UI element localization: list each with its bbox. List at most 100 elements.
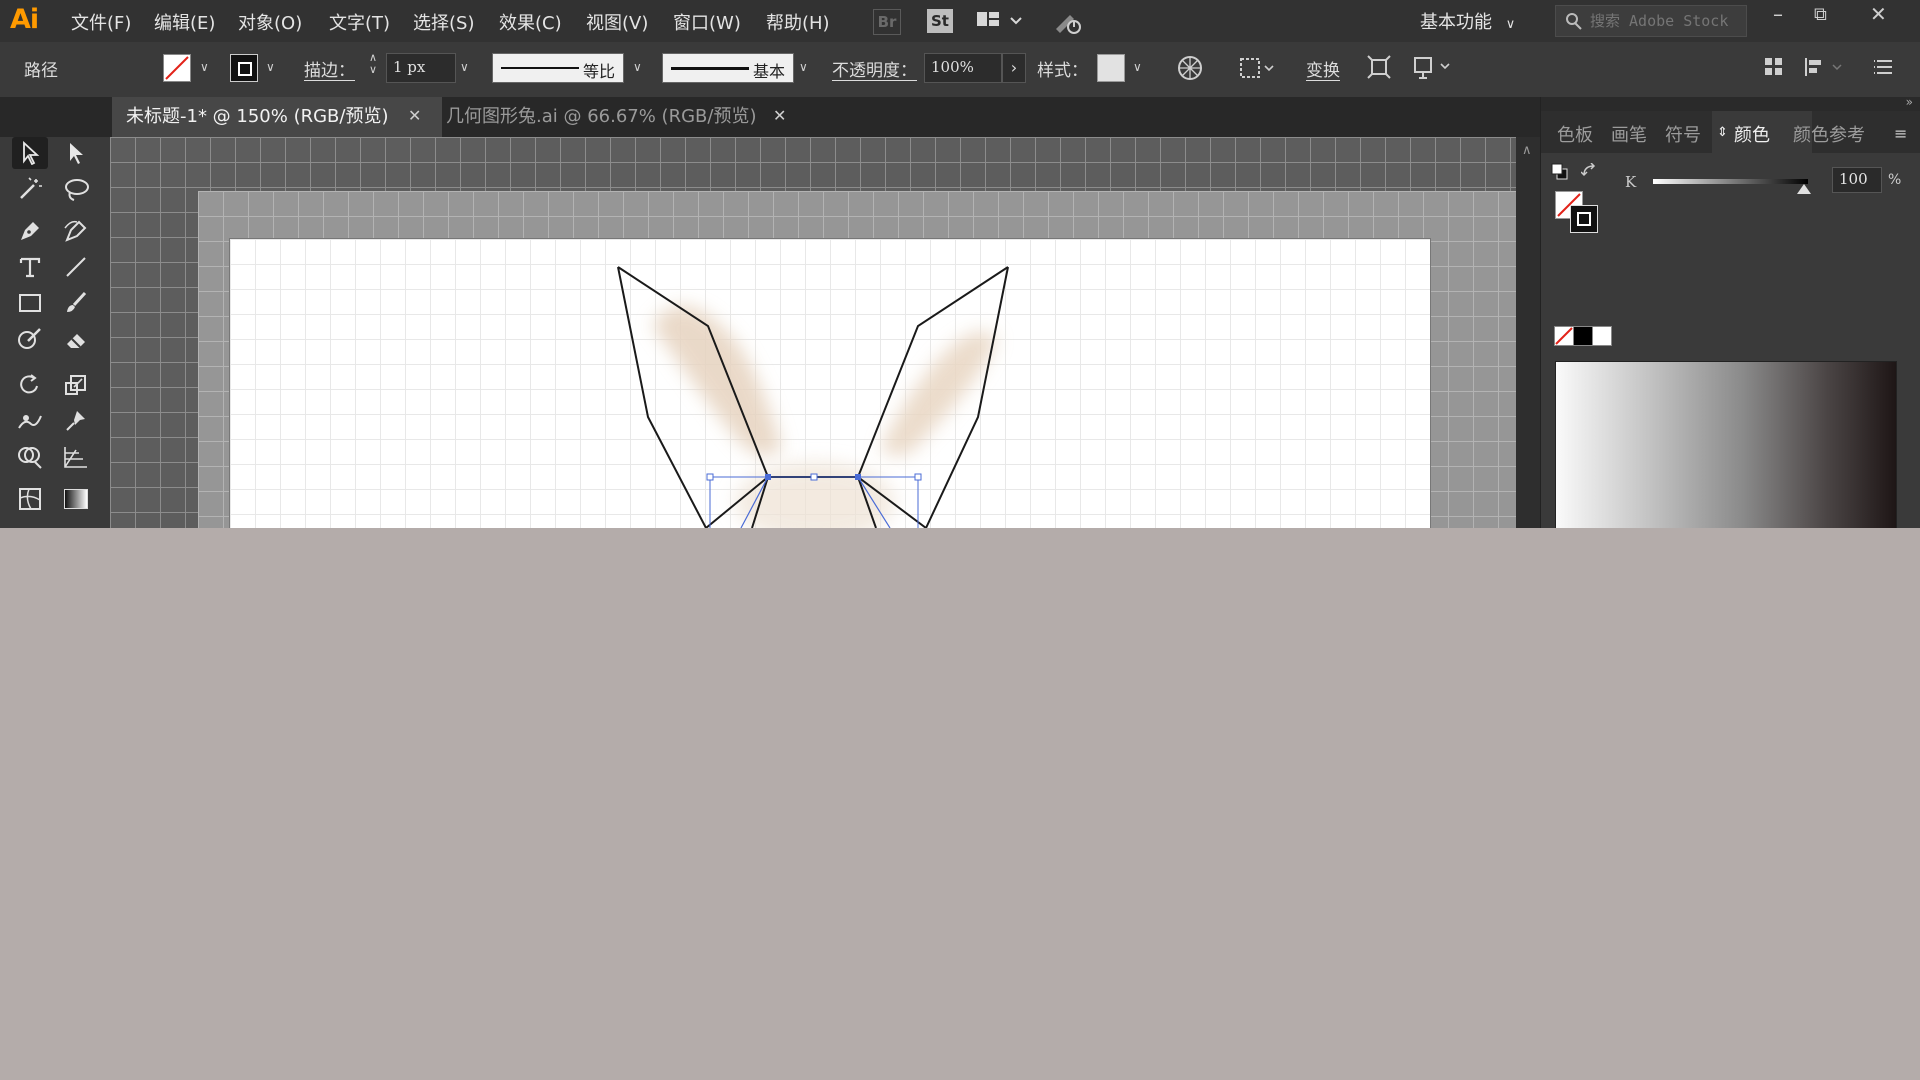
menu-help[interactable]: 帮助(H) [766, 9, 830, 35]
tab-color[interactable]: 颜色 [1734, 121, 1770, 147]
search-input[interactable] [1588, 10, 1742, 32]
swap-fill-stroke-icon[interactable] [1581, 163, 1599, 181]
align-objects-icon[interactable] [1803, 56, 1847, 78]
rotate-tool[interactable] [12, 369, 48, 401]
gpu-performance-button[interactable] [1052, 9, 1084, 34]
panel-menu-icon[interactable] [1873, 56, 1895, 78]
menu-select[interactable]: 选择(S) [413, 9, 474, 35]
isolate-object-icon[interactable] [1366, 54, 1392, 80]
lasso-tool[interactable] [58, 173, 94, 205]
tab-color-guide[interactable]: 颜色参考 [1793, 121, 1865, 147]
color-spectrum-bar[interactable] [1555, 361, 1897, 528]
k-slider-thumb[interactable] [1797, 184, 1811, 194]
close-button[interactable]: ✕ [1870, 2, 1887, 26]
tab-symbols[interactable]: 符号 [1665, 121, 1701, 147]
paintbrush-tool[interactable] [58, 287, 94, 319]
shaper-tool[interactable] [12, 323, 48, 355]
default-fill-stroke-icon[interactable] [1551, 163, 1569, 181]
magic-wand-tool[interactable] [12, 173, 48, 205]
panel-menu-icon[interactable]: ≡ [1894, 124, 1907, 143]
tab-geometric-rabbit[interactable]: 几何图形兔.ai @ 66.67% (RGB/预览) [432, 97, 796, 137]
menu-type[interactable]: 文字(T) [329, 9, 390, 35]
style-dropdown-chevron[interactable]: ∨ [1133, 60, 1142, 74]
tab-untitled-1[interactable]: 未标题-1* @ 150% (RGB/预览) [112, 97, 442, 137]
type-tool[interactable] [12, 251, 48, 283]
fill-swatch[interactable] [163, 54, 191, 82]
recolor-artwork-icon[interactable] [1177, 55, 1203, 81]
restore-button[interactable]: ⧉ [1814, 4, 1827, 25]
tab-swatches[interactable]: 色板 [1557, 121, 1593, 147]
k-channel-label: K [1625, 173, 1637, 191]
direct-selection-tool[interactable] [58, 137, 94, 169]
workspace-switcher[interactable]: 基本功能 ∨ [1420, 8, 1515, 34]
vertical-scrollbar[interactable]: ∧ [1516, 137, 1540, 528]
variable-width-profile[interactable]: 等比 [492, 53, 624, 83]
anchor-point[interactable] [765, 474, 771, 480]
selection-tool[interactable] [12, 137, 48, 169]
opacity-field[interactable]: 100% [924, 53, 1002, 83]
menu-view[interactable]: 视图(V) [586, 9, 648, 35]
bbox-handle-top-right[interactable] [914, 473, 922, 481]
graphic-style-swatch[interactable] [1097, 54, 1125, 82]
opacity-label[interactable]: 不透明度： [832, 56, 917, 81]
k-value-field[interactable]: 100 [1832, 167, 1882, 193]
stroke-label[interactable]: 描边： [304, 56, 355, 81]
line-segment-tool[interactable] [58, 251, 94, 283]
canvas-area[interactable] [110, 137, 1516, 528]
profile-dropdown-chevron[interactable]: ∨ [633, 60, 642, 74]
black-swatch[interactable] [1573, 326, 1593, 346]
rectangle-tool[interactable] [12, 287, 48, 319]
menu-effect[interactable]: 效果(C) [499, 9, 562, 35]
tab-close-icon[interactable]: ✕ [773, 106, 786, 125]
stroke-swatch[interactable] [230, 54, 258, 82]
arrange-documents-button[interactable] [975, 9, 1025, 33]
brush-definition[interactable]: 基本 [662, 53, 794, 83]
color-panel-dock: » 色板 画笔 符号 ⇕ 颜色 颜色参考 ≡ K 100 % [1540, 95, 1920, 528]
scroll-up-icon[interactable]: ∧ [1522, 143, 1532, 158]
fill-dropdown-chevron[interactable]: ∨ [200, 60, 209, 74]
menu-window[interactable]: 窗口(W) [673, 9, 741, 35]
menu-edit[interactable]: 编辑(E) [154, 9, 215, 35]
k-slider-track[interactable] [1653, 179, 1808, 184]
puppet-warp-tool[interactable] [58, 405, 94, 437]
stroke-weight-stepper[interactable]: ∧ ∨ [369, 52, 377, 76]
rabbit-artwork[interactable] [110, 137, 1516, 528]
align-to-selection-icon[interactable] [1238, 55, 1278, 81]
mesh-tool[interactable] [12, 483, 48, 515]
stroke-weight-dropdown[interactable]: ∨ [460, 60, 469, 74]
menu-file[interactable]: 文件(F) [71, 9, 131, 35]
bbox-handle-top-center[interactable] [810, 473, 818, 481]
minimize-button[interactable]: – [1773, 2, 1783, 26]
stroke-weight-field[interactable]: 1 px [386, 53, 456, 83]
perspective-grid-tool[interactable] [58, 441, 94, 473]
tab-brushes[interactable]: 画笔 [1611, 121, 1647, 147]
stroke-dropdown-chevron[interactable]: ∨ [266, 60, 275, 74]
template-ear-left [652, 305, 782, 456]
panel-dock-header[interactable]: » [1541, 95, 1920, 111]
stroke-color-box[interactable] [1570, 205, 1598, 233]
tab-options-icon[interactable]: ⇕ [1717, 125, 1728, 140]
anchor-point[interactable] [855, 474, 861, 480]
opacity-expand-button[interactable]: › [1002, 53, 1026, 83]
bbox-handle-top-left[interactable] [706, 473, 714, 481]
warp-tool[interactable] [12, 405, 48, 437]
gradient-tool[interactable] [58, 483, 94, 515]
stock-button[interactable]: St [927, 9, 953, 33]
curvature-tool[interactable] [58, 215, 94, 247]
none-swatch[interactable] [1554, 326, 1574, 346]
pen-tool[interactable] [12, 215, 48, 247]
search-icon [1566, 13, 1582, 30]
expand-panels-icon[interactable]: » [1906, 95, 1913, 109]
puppet-warp-icon[interactable] [1411, 54, 1455, 80]
bridge-button[interactable]: Br [873, 9, 901, 35]
arrange-panels-icon[interactable] [1763, 56, 1785, 78]
white-swatch[interactable] [1592, 326, 1612, 346]
scale-tool[interactable] [58, 369, 94, 401]
stock-search[interactable] [1555, 5, 1747, 37]
transform-link[interactable]: 变换 [1306, 56, 1340, 81]
eraser-tool[interactable] [58, 323, 94, 355]
shape-builder-tool[interactable] [12, 441, 48, 473]
brush-dropdown-chevron[interactable]: ∨ [799, 60, 808, 74]
menu-object[interactable]: 对象(O) [238, 9, 302, 35]
tab-close-icon[interactable]: ✕ [408, 106, 421, 125]
